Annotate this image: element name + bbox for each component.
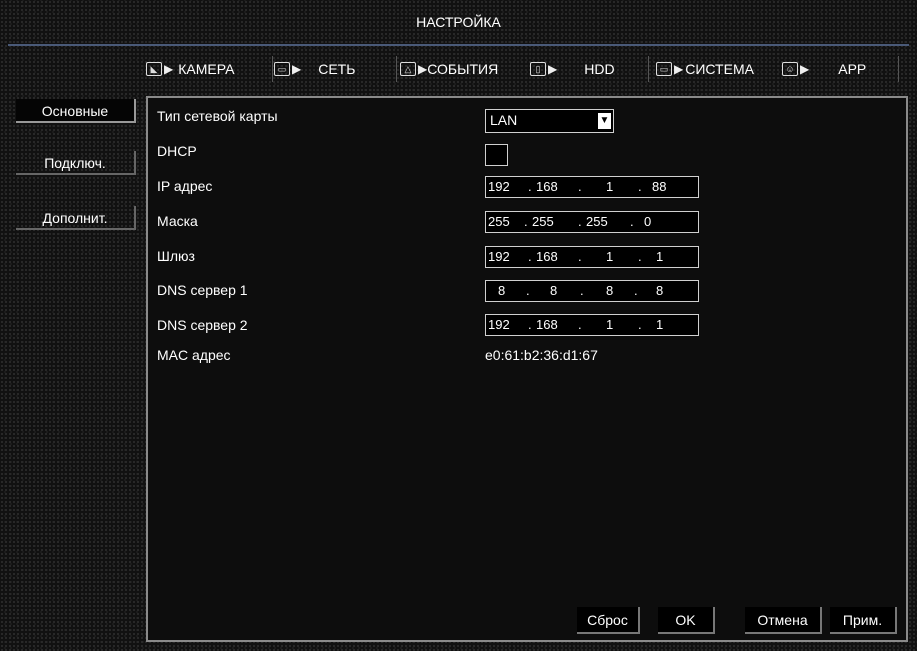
chevron-down-icon[interactable]: ▼ (598, 113, 611, 129)
octet-dot: . (638, 249, 642, 264)
mask-octet-3: 255 (586, 214, 608, 229)
nic-type-label: Тип сетевой карты (157, 108, 278, 124)
tab-label: СОБЫТИЯ (427, 61, 499, 77)
arrow-icon: ▶ (674, 62, 684, 76)
gateway-octet-4: 1 (656, 249, 664, 264)
gateway-octet-1: 192 (488, 249, 510, 264)
arrow-icon: ▶ (418, 62, 428, 76)
tab-system[interactable]: ▭ ▶ СИСТЕМА (656, 52, 754, 86)
sidebar-item-label: Дополнит. (42, 210, 108, 226)
octet-dot: . (580, 283, 584, 298)
network-icon: ▭ (274, 62, 290, 76)
dns2-octet-3: 1 (606, 317, 614, 332)
tab-label: СИСТЕМА (685, 61, 754, 77)
dns1-octet-1: 8 (498, 283, 506, 298)
camera-icon: ◣ (146, 62, 162, 76)
hdd-icon: ▯ (530, 62, 546, 76)
gateway-octet-2: 168 (536, 249, 558, 264)
tab-divider (396, 56, 397, 82)
dns2-label: DNS сервер 2 (157, 317, 248, 333)
ip-octet-3: 1 (606, 179, 614, 194)
tab-bar: ◣ ▶ КАМЕРА ▭ ▶ СЕТЬ △ ▶ СОБЫТИЯ ▯ ▶ HDD ▭ ▶ С… (146, 52, 906, 86)
octet-dot: . (638, 317, 642, 332)
dns1-octet-4: 8 (656, 283, 664, 298)
dns2-octet-4: 1 (656, 317, 664, 332)
arrow-icon: ▶ (292, 62, 302, 76)
tab-divider (648, 56, 649, 82)
sidebar-item-connection[interactable]: Подключ. (16, 151, 136, 175)
dns2-octet-2: 168 (536, 317, 558, 332)
apply-button[interactable]: Прим. (830, 607, 897, 634)
gateway-octet-3: 1 (606, 249, 614, 264)
title-divider (8, 44, 909, 46)
octet-dot: . (528, 249, 532, 264)
ip-address-label: IP адрес (157, 178, 213, 194)
tab-hdd[interactable]: ▯ ▶ HDD (530, 52, 615, 86)
arrow-icon: ▶ (800, 62, 810, 76)
ip-octet-1: 192 (488, 179, 510, 194)
octet-dot: . (524, 214, 528, 229)
gateway-field[interactable]: 192 . 168 . 1 . 1 (485, 246, 699, 268)
sidebar-item-label: Подключ. (44, 155, 106, 171)
tab-label: КАМЕРА (178, 61, 235, 77)
nic-type-select[interactable]: LAN ▼ (485, 109, 614, 133)
dns2-field[interactable]: 192 . 168 . 1 . 1 (485, 314, 699, 336)
cancel-button[interactable]: Отмена (745, 607, 822, 634)
ok-button[interactable]: OK (658, 607, 715, 634)
octet-dot: . (630, 214, 634, 229)
tab-label: СЕТЬ (318, 61, 356, 77)
mask-octet-4: 0 (644, 214, 652, 229)
warning-icon: △ (400, 62, 416, 76)
octet-dot: . (578, 179, 582, 194)
mac-address-value: e0:61:b2:36:d1:67 (485, 347, 598, 363)
octet-dot: . (578, 249, 582, 264)
dns2-octet-1: 192 (488, 317, 510, 332)
dhcp-label: DHCP (157, 143, 197, 159)
tab-divider (272, 56, 273, 82)
mask-field[interactable]: 255 . 255 . 255 . 0 (485, 211, 699, 233)
octet-dot: . (578, 214, 582, 229)
ip-octet-4: 88 (652, 179, 667, 194)
app-icon: ☺ (782, 62, 798, 76)
ip-octet-2: 168 (536, 179, 558, 194)
gateway-label: Шлюз (157, 248, 195, 264)
arrow-icon: ▶ (548, 62, 558, 76)
tab-camera[interactable]: ◣ ▶ КАМЕРА (146, 52, 234, 86)
dns1-octet-3: 8 (606, 283, 614, 298)
tab-events[interactable]: △ ▶ СОБЫТИЯ (400, 52, 498, 86)
octet-dot: . (634, 283, 638, 298)
octet-dot: . (528, 317, 532, 332)
window-title: НАСТРОЙКА (416, 14, 501, 30)
tab-network[interactable]: ▭ ▶ СЕТЬ (274, 52, 355, 86)
octet-dot: . (528, 179, 532, 194)
tab-label: HDD (584, 61, 615, 77)
tab-divider (898, 56, 899, 82)
sidebar-item-basic[interactable]: Основные (16, 99, 136, 123)
sidebar-item-advanced[interactable]: Дополнит. (16, 206, 136, 230)
arrow-icon: ▶ (164, 62, 174, 76)
tab-label: APP (838, 61, 867, 77)
nic-type-value: LAN (490, 112, 518, 128)
mask-octet-1: 255 (488, 214, 510, 229)
octet-dot: . (638, 179, 642, 194)
sidebar-item-label: Основные (41, 103, 109, 119)
monitor-icon: ▭ (656, 62, 672, 76)
reset-button[interactable]: Сброс (577, 607, 640, 634)
octet-dot: . (526, 283, 530, 298)
settings-panel: Тип сетевой карты LAN ▼ DHCP IP адрес 19… (146, 96, 908, 642)
mac-address-label: MAC адрес (157, 347, 231, 363)
tab-app[interactable]: ☺ ▶ APP (782, 52, 866, 86)
ip-address-field[interactable]: 192 . 168 . 1 . 88 (485, 176, 699, 198)
octet-dot: . (578, 317, 582, 332)
mask-label: Маска (157, 213, 198, 229)
dns1-octet-2: 8 (550, 283, 558, 298)
dhcp-checkbox[interactable] (485, 144, 508, 166)
mask-octet-2: 255 (532, 214, 554, 229)
dns1-label: DNS сервер 1 (157, 282, 248, 298)
dns1-field[interactable]: 8 . 8 . 8 . 8 (485, 280, 699, 302)
